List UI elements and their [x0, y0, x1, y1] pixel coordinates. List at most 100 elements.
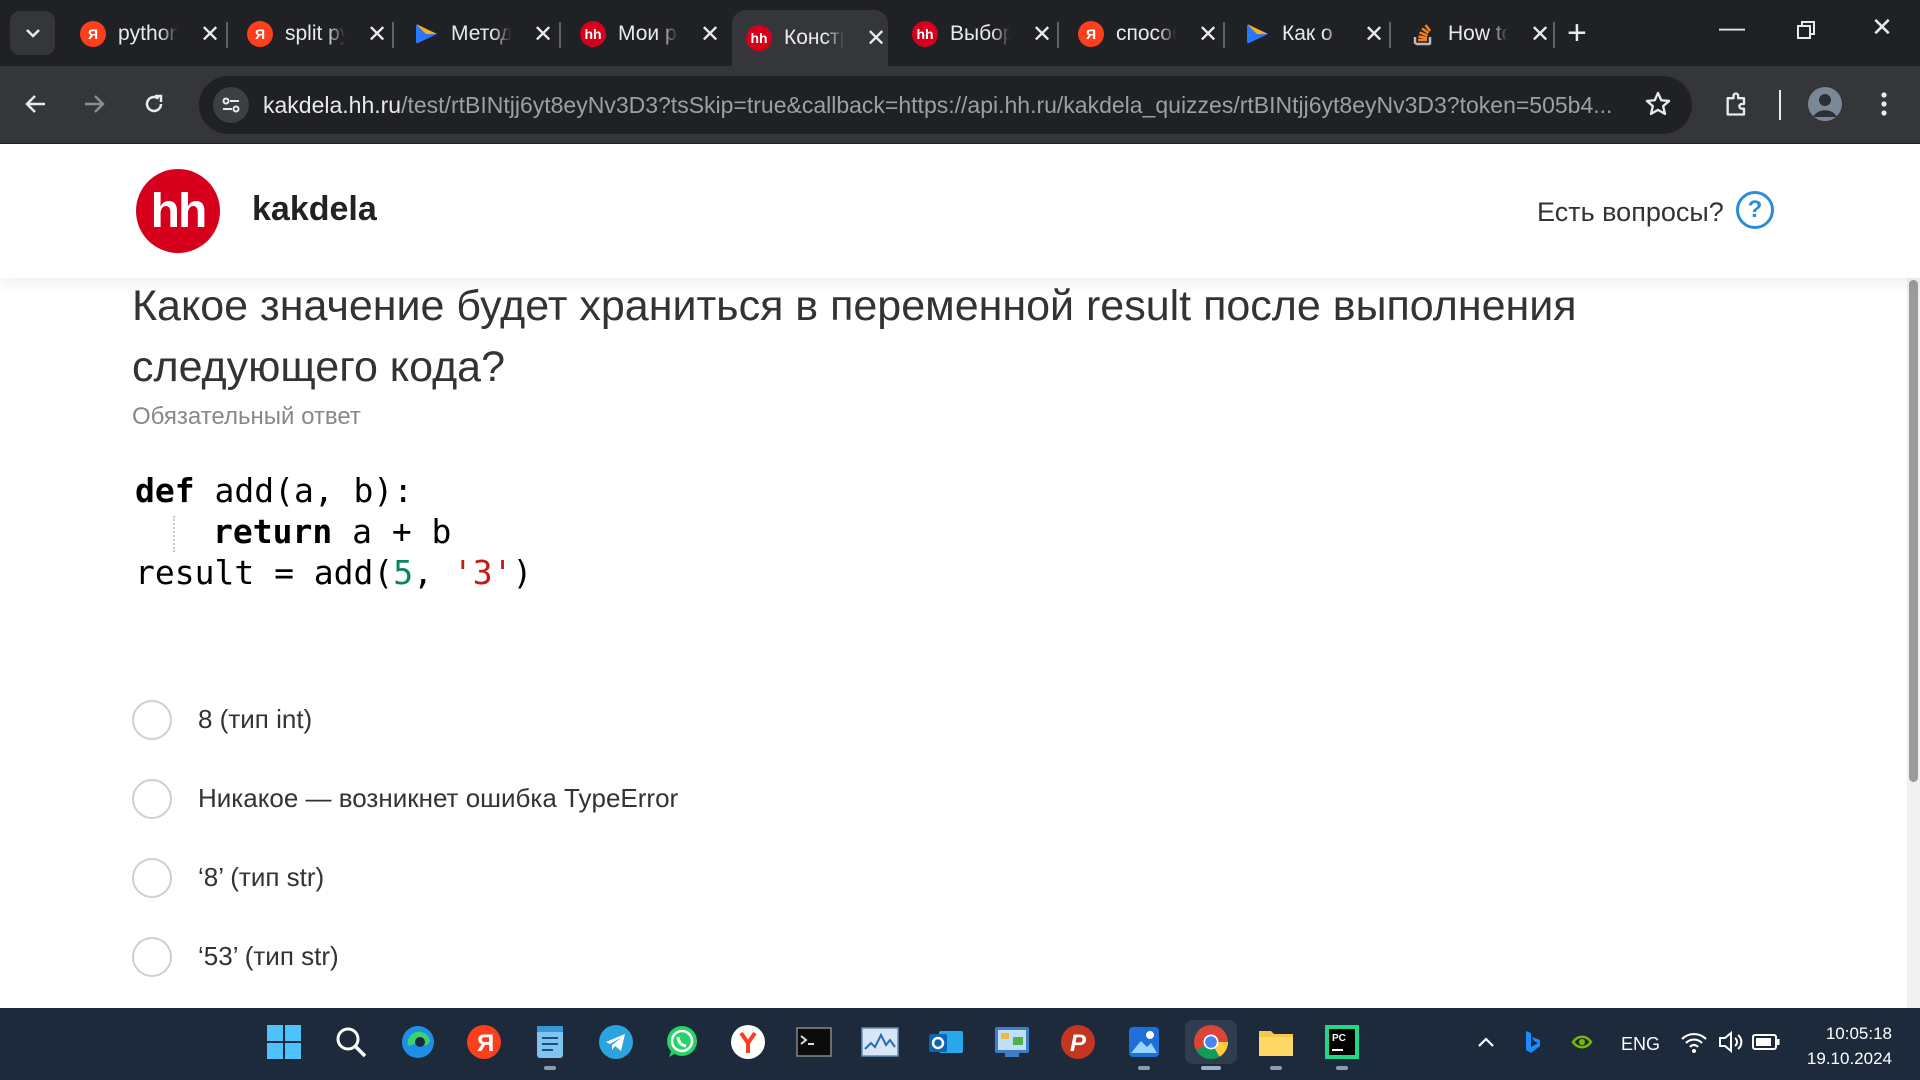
chevron-down-icon: [25, 29, 40, 38]
svg-text:P: P: [1070, 1030, 1087, 1057]
tab-separator: [1389, 22, 1391, 48]
address-bar[interactable]: kakdela.hh.ru/test/rtBINtjj6yt8eyNv3D3?t…: [199, 76, 1692, 134]
chevron-up-icon[interactable]: [1464, 1020, 1508, 1064]
notepad-icon[interactable]: [528, 1020, 572, 1070]
play-icon: [416, 24, 437, 44]
code-keyword: def: [135, 471, 195, 510]
tab-separator: [1553, 22, 1555, 48]
tab-split-python[interactable]: Я split python ✕: [233, 12, 389, 56]
browser-menu-button[interactable]: [1862, 82, 1906, 126]
tab-method[interactable]: Я способ ✕: [1064, 12, 1220, 56]
nvidia-icon[interactable]: [1560, 1020, 1604, 1064]
site-settings-icon[interactable]: [213, 87, 249, 123]
help-question-icon[interactable]: ?: [1736, 191, 1774, 229]
radio-button[interactable]: [132, 699, 172, 740]
input-language-indicator[interactable]: ENG: [1621, 1008, 1660, 1080]
windows-start-icon[interactable]: [262, 1020, 306, 1064]
tab-title: Конструктор: [784, 26, 844, 49]
control-panel-icon[interactable]: [990, 1020, 1034, 1064]
edge-browser-icon[interactable]: [396, 1020, 440, 1064]
answer-option-4[interactable]: ‘53’ (тип str): [132, 917, 678, 996]
extensions-button[interactable]: [1715, 82, 1759, 126]
close-icon[interactable]: ✕: [1030, 20, 1054, 49]
yandex-browser-icon[interactable]: Я: [462, 1020, 506, 1064]
tab-title: Выбор: [950, 22, 1010, 45]
profile-avatar[interactable]: [1803, 82, 1847, 126]
tab-choice[interactable]: hh Выбор ✕: [898, 12, 1054, 56]
close-icon[interactable]: ✕: [1362, 20, 1386, 49]
browser-tab-bar: Я python ✕ Я split python ✕ Методы ✕ hh …: [0, 0, 1920, 66]
radio-button[interactable]: [132, 936, 172, 977]
minimize-icon[interactable]: —: [1712, 12, 1752, 43]
site-header: hh kakdela Есть вопросы? ?: [0, 145, 1920, 278]
hh-icon: hh: [580, 21, 606, 47]
code-text: ): [512, 553, 533, 592]
terminal-icon[interactable]: [792, 1020, 836, 1064]
close-icon[interactable]: ✕: [698, 20, 722, 49]
bookmark-star-icon[interactable]: [1644, 90, 1672, 118]
whatsapp-icon[interactable]: [660, 1020, 704, 1064]
page-scrollbar[interactable]: [1907, 278, 1920, 1008]
tab-my-resumes[interactable]: hh Мои резюме ✕: [566, 12, 722, 56]
window-close-icon[interactable]: ✕: [1862, 12, 1902, 43]
answer-option-3[interactable]: ‘8’ (тип str): [132, 838, 678, 917]
new-tab-plus-icon[interactable]: +: [1567, 14, 1587, 53]
forward-button[interactable]: [72, 82, 116, 126]
close-icon[interactable]: ✕: [1196, 20, 1220, 49]
close-icon[interactable]: ✕: [531, 20, 555, 49]
tab-search-button[interactable]: [10, 11, 55, 55]
chrome-icon[interactable]: [1185, 1020, 1237, 1070]
tab-title: способ: [1116, 22, 1176, 45]
outlook-icon[interactable]: [924, 1020, 968, 1064]
url-path: /test/rtBINtjj6yt8eyNv3D3?tsSkip=true&ca…: [401, 91, 1613, 118]
bing-icon[interactable]: [1510, 1020, 1554, 1064]
close-icon[interactable]: ✕: [864, 24, 888, 53]
resource-monitor-icon[interactable]: [858, 1020, 902, 1064]
tab-python[interactable]: Я python ✕: [66, 12, 222, 56]
presentation-app-icon[interactable]: P: [1056, 1020, 1100, 1064]
url-text[interactable]: kakdela.hh.ru/test/rtBINtjj6yt8eyNv3D3?t…: [263, 92, 1623, 119]
running-indicator: [544, 1066, 556, 1070]
answer-option-1[interactable]: 8 (тип int): [132, 680, 678, 759]
close-icon[interactable]: ✕: [198, 20, 222, 49]
tab-how-to[interactable]: How to ✕: [1396, 12, 1552, 56]
tab-separator: [226, 22, 228, 48]
url-host: kakdela.hh.ru: [263, 91, 402, 118]
radio-button[interactable]: [132, 857, 172, 898]
tab-separator: [392, 22, 394, 48]
indent-guide: [173, 515, 213, 552]
system-clock[interactable]: 10:05:18 19.10.2024: [1807, 1021, 1892, 1071]
tab-methods[interactable]: Методы ✕: [399, 12, 555, 56]
file-explorer-icon[interactable]: [1254, 1020, 1298, 1070]
close-icon[interactable]: ✕: [365, 20, 389, 49]
answer-option-2[interactable]: Никакое — возникнет ошибка TypeError: [132, 759, 678, 838]
avatar-icon: [1808, 87, 1842, 121]
running-indicator: [1138, 1066, 1150, 1070]
radio-button[interactable]: [132, 778, 172, 819]
hh-logo[interactable]: hh: [136, 169, 220, 253]
tab-constructor[interactable]: hh Конструктор ✕: [732, 10, 888, 66]
scrollbar-thumb[interactable]: [1909, 280, 1918, 782]
photos-icon[interactable]: [1122, 1020, 1166, 1070]
yandex-icon[interactable]: [726, 1020, 770, 1064]
restore-icon[interactable]: [1786, 16, 1826, 47]
close-icon[interactable]: ✕: [1528, 20, 1552, 49]
answer-label: ‘8’ (тип str): [198, 862, 325, 892]
reload-button[interactable]: [132, 82, 176, 126]
arrow-right-icon: [85, 95, 105, 113]
code-number: 5: [393, 553, 414, 592]
battery-icon[interactable]: [1744, 1020, 1788, 1064]
back-button[interactable]: [14, 82, 58, 126]
search-icon[interactable]: [329, 1020, 373, 1064]
telegram-icon[interactable]: [594, 1020, 638, 1064]
tab-how-o[interactable]: Как о ✕: [1230, 12, 1386, 56]
pycharm-icon[interactable]: PC: [1320, 1020, 1364, 1070]
tab-title: python: [118, 22, 178, 45]
tab-separator: [1057, 22, 1059, 48]
help-link[interactable]: Есть вопросы?: [1537, 197, 1724, 228]
hh-icon: hh: [912, 21, 938, 47]
tab-title: Мои резюме: [618, 22, 678, 45]
tab-separator: [559, 22, 561, 48]
tab-title: Методы: [451, 22, 511, 45]
question-title: Какое значение будет храниться в перемен…: [132, 282, 1577, 391]
